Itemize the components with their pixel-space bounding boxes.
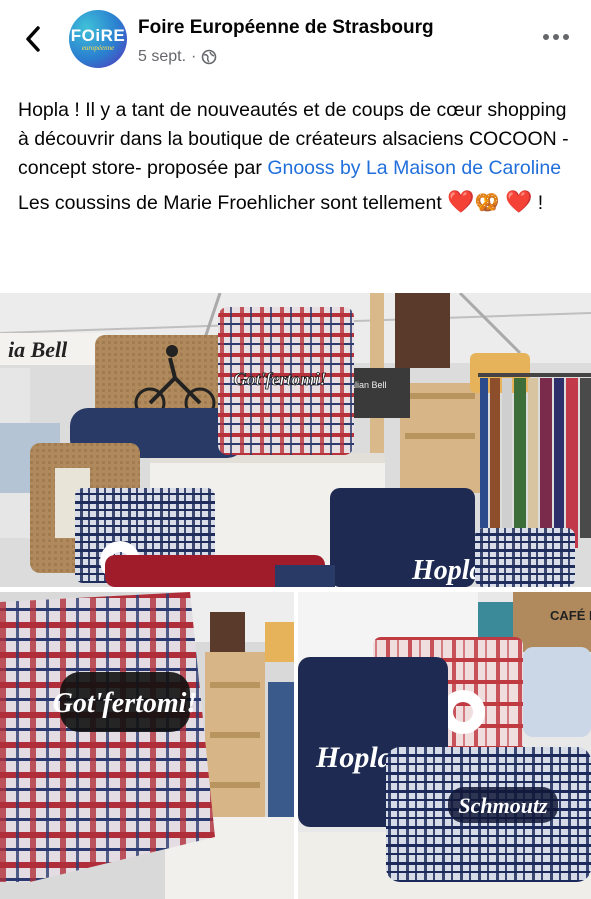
- photo-main[interactable]: ia Bell Italian Bell Got'fertomi! Hopla: [0, 293, 591, 587]
- post-paragraph-2: Les coussins de Marie Froehlicher sont t…: [18, 187, 578, 218]
- globe-icon: [202, 49, 217, 65]
- pillow-text: Got'fertomi!: [234, 369, 327, 389]
- more-horizontal-icon[interactable]: [541, 30, 571, 44]
- post-header: FOiRE européenne Foire Européenne de Str…: [0, 0, 591, 80]
- post-text-line2: Les coussins de Marie Froehlicher sont t…: [18, 192, 442, 214]
- heart-emoji: ❤️: [504, 189, 533, 214]
- post-date[interactable]: 5 sept.: [138, 48, 186, 66]
- heart-emoji: ❤️: [447, 189, 475, 214]
- post-meta: 5 sept. ·: [138, 48, 217, 66]
- gnooss-link[interactable]: Gnooss by La Maison de Caroline: [267, 157, 561, 179]
- hopla-text: Hopla: [411, 555, 484, 586]
- avatar-logo-sub: européenne: [81, 44, 115, 52]
- sign-text: ia Bell: [8, 337, 68, 362]
- pretzel-emoji: 🥨: [474, 192, 500, 214]
- schmoutz-text: Schmoutz: [458, 793, 548, 818]
- chevron-left-icon[interactable]: [18, 22, 48, 56]
- avatar[interactable]: FOiRE européenne: [69, 10, 127, 68]
- photo-right[interactable]: CAFÉ BRA Hopla! Schmoutz: [298, 592, 591, 899]
- avatar-logo-main: FOiRE: [70, 26, 126, 45]
- post-paragraph-1: Hopla ! Il y a tant de nouveautés et de …: [18, 96, 578, 183]
- post-body: Hopla ! Il y a tant de nouveautés et de …: [18, 96, 578, 222]
- post-text-end: !: [537, 192, 544, 214]
- photo-left[interactable]: Got'fertomi!: [0, 592, 294, 899]
- page-name[interactable]: Foire Européenne de Strasbourg: [138, 17, 434, 39]
- meta-separator: ·: [191, 48, 197, 65]
- pillow-text-closeup: Got'fertomi!: [53, 688, 198, 719]
- crate-text-right: CAFÉ BRA: [550, 608, 591, 623]
